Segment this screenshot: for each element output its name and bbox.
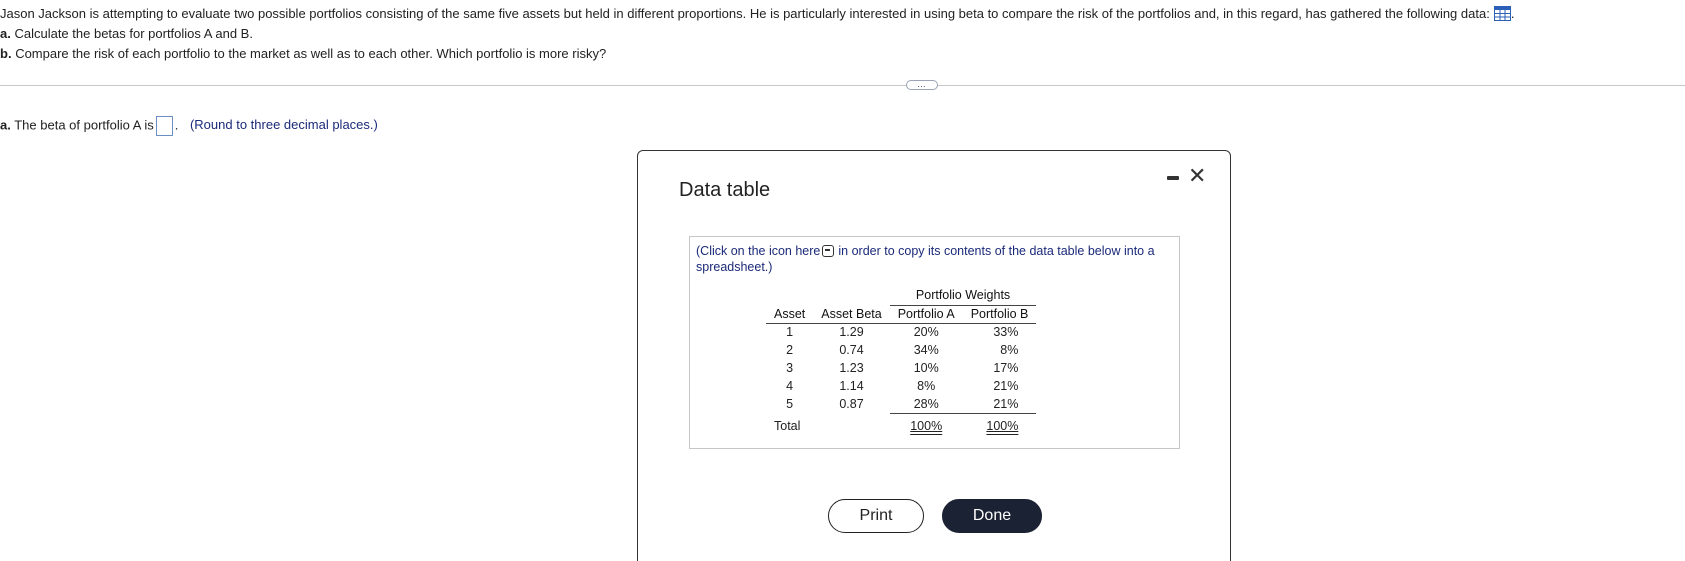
asset-cell: 2 [786, 343, 794, 357]
col-header-asset: Asset [766, 305, 814, 324]
data-table-panel: (Click on the icon here in order to copy … [689, 236, 1180, 449]
rounding-hint: (Round to three decimal places.) [189, 117, 378, 133]
total-label: Total [774, 419, 801, 433]
asset-cell: 4 [786, 379, 794, 393]
weight-b-cell: 21% [993, 379, 1019, 393]
weight-b-cell: 33% [993, 325, 1019, 340]
table-row: 3 1.23 10% 17% [766, 359, 1036, 377]
table-header-row: Asset Asset Beta Portfolio A Portfolio B [766, 305, 1037, 324]
question-intro: Jason Jackson is attempting to evaluate … [0, 6, 1515, 22]
done-button[interactable]: Done [942, 499, 1042, 533]
minimize-icon[interactable] [1167, 176, 1179, 180]
data-table-dialog: Data table ✕ (Click on the icon here in o… [637, 150, 1231, 561]
data-table-icon[interactable] [1493, 6, 1511, 22]
page: Jason Jackson is attempting to evaluate … [0, 0, 1685, 561]
beta-cell: 1.29 [839, 325, 864, 340]
answer-line: a. The beta of portfolio A is. (Round to… [0, 116, 378, 136]
table-row: 4 1.14 8% 21% [766, 377, 1036, 395]
weight-b-cell: 21% [962, 395, 1037, 414]
beta-cell: 1.14 [839, 379, 864, 393]
data-table: Portfolio Weights Asset Asset Beta Portf… [766, 287, 1037, 435]
asset-cell: 1 [786, 325, 794, 340]
table-row: 2 0.74 34% 8% [766, 341, 1036, 359]
beta-cell: 1.23 [839, 361, 864, 375]
dialog-title: Data table [679, 179, 771, 201]
beta-cell: 0.74 [839, 343, 864, 357]
question-part-a: a. Calculate the betas for portfolios A … [0, 26, 253, 41]
copy-note: (Click on the icon here in order to copy … [696, 244, 1155, 274]
weight-a-cell: 8% [917, 379, 936, 393]
asset-cell: 5 [786, 397, 794, 411]
table-row: 1 1.29 20% 33% [766, 323, 1036, 341]
weight-b-cell: 8% [1000, 343, 1019, 357]
table-total-row: Total 100% 100% [766, 413, 1036, 435]
col-header-portfolio-a: Portfolio A [889, 305, 963, 324]
col-header-portfolio-b: Portfolio B [962, 305, 1037, 324]
weight-a-cell: 28% [889, 395, 963, 414]
copy-spreadsheet-icon[interactable] [822, 244, 835, 257]
weight-a-cell: 34% [913, 343, 939, 357]
beta-cell: 0.87 [839, 397, 864, 411]
section-divider [0, 85, 1685, 86]
expand-button[interactable]: … [906, 80, 938, 90]
total-a-cell: 100% [910, 419, 943, 434]
weight-a-cell: 10% [913, 361, 939, 375]
question-text: Jason Jackson is attempting to evaluate … [0, 4, 1514, 64]
table-group-header-row: Portfolio Weights [766, 287, 1037, 306]
beta-a-answer-input[interactable] [155, 116, 173, 136]
portfolio-weights-header: Portfolio Weights [889, 287, 1037, 306]
close-icon[interactable]: ✕ [1188, 163, 1206, 189]
total-b-cell: 100% [986, 419, 1019, 434]
col-header-asset-beta: Asset Beta [813, 305, 890, 324]
weight-a-cell: 20% [913, 325, 939, 340]
question-part-b: b. Compare the risk of each portfolio to… [0, 46, 607, 61]
asset-cell: 3 [786, 361, 794, 375]
print-button[interactable]: Print [828, 499, 924, 533]
table-row: 5 0.87 28% 21% [766, 395, 1037, 414]
weight-b-cell: 17% [993, 361, 1019, 375]
